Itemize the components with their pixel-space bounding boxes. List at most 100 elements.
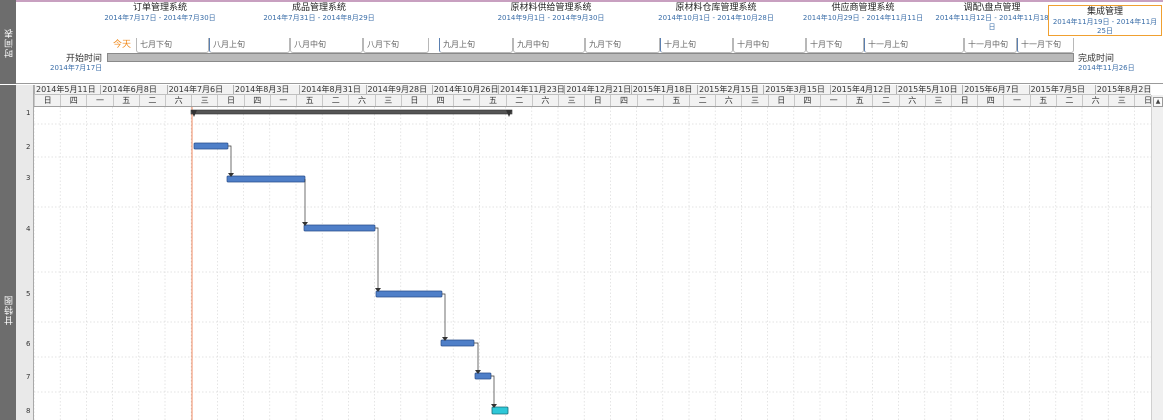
- gantt-day-header-cell: 五: [479, 95, 505, 106]
- gantt-week-header-cell: 2014年9月28日: [365, 85, 432, 94]
- timeline-period: 八月上旬: [209, 38, 290, 53]
- timeline-period: 七月下旬: [136, 38, 209, 53]
- gantt-task-bar[interactable]: [375, 290, 443, 298]
- scroll-up-icon[interactable]: ▲: [1153, 97, 1163, 107]
- gantt-dependency-arrows: [228, 173, 497, 408]
- task-title: 订单管理系统: [132, 3, 187, 13]
- gantt-day-header-cell: 日: [1134, 95, 1151, 106]
- gantt-day-header-cell: 三: [924, 95, 951, 106]
- timeline-task-order-management[interactable]: 订单管理系统 2014年7月17日 - 2014年7月30日: [100, 3, 220, 23]
- gantt-day-header-cell: 三: [191, 95, 217, 106]
- task-dates: 2014年7月17日 - 2014年7月30日: [104, 14, 216, 22]
- gantt-day-header-cell: 六: [531, 95, 558, 106]
- gantt-day-header-cell: 二: [505, 95, 532, 106]
- gantt-sidebar: 甘特图: [0, 85, 16, 420]
- gantt-day-header-cell: 六: [1082, 95, 1108, 106]
- gantt-day-header-cell: 二: [322, 95, 348, 106]
- gantt-task-bar[interactable]: [193, 142, 229, 150]
- task-dates: 2014年10月1日 - 2014年10月28日: [658, 14, 774, 22]
- gantt-day-header-cell: 五: [662, 95, 689, 106]
- vertical-scrollbar[interactable]: ▲: [1151, 95, 1163, 420]
- gantt-day-header-cell: 四: [793, 95, 820, 106]
- task-dates: 2014年7月31日 - 2014年8月29日: [263, 14, 375, 22]
- task-title: 原材料供给管理系统: [510, 3, 592, 13]
- gantt-day-header: 日四一五二六三日四一五二六三日四一五二六三日四一五二六三日四一五二六三日四一五二…: [34, 95, 1151, 107]
- gantt-day-header-cell: 二: [689, 95, 715, 106]
- gantt-day-header-cell: 二: [138, 95, 165, 106]
- gantt-day-header-cell: 五: [846, 95, 872, 106]
- gantt-day-header-cell: 二: [872, 95, 898, 106]
- gantt-week-header-cell: 2014年12月21日: [564, 85, 632, 94]
- timeline-top-border: [0, 0, 1163, 2]
- timeline-sidebar-label: 时间表: [5, 28, 15, 58]
- gantt-day-header-cell: 五: [1029, 95, 1056, 106]
- task-title: 调配\盘点管理: [963, 3, 1021, 13]
- timeline-period: 十一月中旬: [964, 38, 1017, 53]
- gantt-day-header-cell: 一: [820, 95, 846, 106]
- timeline-panel: 时间表 订单管理系统 2014年7月17日 - 2014年7月30日 成品管理系…: [0, 0, 1163, 84]
- gantt-week-header-cell: 2015年6月7日: [962, 85, 1028, 94]
- timeline-bar[interactable]: [107, 53, 1074, 62]
- task-title: 供应商管理系统: [831, 3, 895, 13]
- gantt-panel: 甘特图 1 2 3 4 5 6 7 8 2014年5月11日 2014年6月8日 2…: [0, 85, 1163, 420]
- gantt-day-header-cell: 五: [296, 95, 322, 106]
- gantt-day-header-cell: 四: [977, 95, 1003, 106]
- row-number[interactable]: 5: [16, 290, 34, 298]
- gantt-chart-area[interactable]: [34, 107, 1151, 420]
- timeline-period: 十一月下旬: [1017, 38, 1074, 53]
- timeline-start-date: 2014年7月17日: [50, 64, 103, 72]
- gantt-day-header-cell: 六: [715, 95, 741, 106]
- row-number[interactable]: 8: [16, 407, 34, 415]
- gantt-week-header-cell: 2014年11月23日: [498, 85, 565, 94]
- gantt-summary-bar[interactable]: [190, 109, 513, 117]
- gantt-day-header-cell: 四: [60, 95, 86, 106]
- timeline-period: 十月上旬: [660, 38, 733, 53]
- gantt-week-header-cell: 2014年8月3日: [232, 85, 299, 94]
- timeline-period: 九月下旬: [585, 38, 660, 53]
- timeline-task-material-warehouse[interactable]: 原材料仓库管理系统 2014年10月1日 - 2014年10月28日: [654, 3, 778, 23]
- gantt-day-header-cell: 日: [217, 95, 243, 106]
- gantt-task-bar[interactable]: [303, 224, 376, 232]
- gantt-day-header-cell: 四: [610, 95, 636, 106]
- gantt-week-header-cell: 2015年8月2日: [1094, 85, 1151, 94]
- gantt-week-header-cell: 2014年6月8日: [100, 85, 166, 94]
- timeline-sidebar: 时间表: [0, 0, 16, 84]
- timeline-task-allocation-inventory[interactable]: 调配\盘点管理 2014年11月12日 - 2014年11月18日: [932, 3, 1052, 32]
- gantt-week-header-cell: 2015年5月10日: [895, 85, 962, 94]
- gantt-day-header-cell: 六: [165, 95, 191, 106]
- gantt-day-header-cell: 三: [1108, 95, 1134, 106]
- gantt-day-header-cell: 二: [1055, 95, 1082, 106]
- gantt-week-header-cell: 2015年2月15日: [697, 85, 763, 94]
- gantt-task-bar[interactable]: [474, 372, 492, 380]
- timeline-period: 八月中旬: [290, 38, 363, 53]
- timeline-period: 八月下旬: [363, 38, 429, 53]
- gantt-week-header-cell: 2015年3月15日: [763, 85, 829, 94]
- gantt-day-header-cell: 六: [898, 95, 925, 106]
- row-number[interactable]: 1: [16, 109, 34, 117]
- row-number[interactable]: 6: [16, 340, 34, 348]
- timeline-task-product-management[interactable]: 成品管理系统 2014年7月31日 - 2014年8月29日: [256, 3, 382, 23]
- gantt-task-bar-integration[interactable]: [491, 406, 509, 415]
- timeline-period-scale: 七月下旬 八月上旬 八月中旬 八月下旬 九月上旬 九月中旬 九月下旬 十月上旬 …: [107, 38, 1074, 53]
- row-number[interactable]: 2: [16, 143, 34, 151]
- gantt-week-header: 2014年5月11日 2014年6月8日 2014年7月6日 2014年8月3日 201…: [34, 85, 1151, 95]
- gantt-task-bar[interactable]: [440, 339, 475, 347]
- gantt-day-header-cell: 一: [1003, 95, 1029, 106]
- timeline-task-integration-selected[interactable]: 集成管理 2014年11月19日 - 2014年11月25日: [1048, 5, 1162, 36]
- gantt-task-bar[interactable]: [226, 175, 306, 183]
- task-dates: 2014年11月19日 - 2014年11月25日: [1052, 18, 1158, 35]
- task-dates: 2014年10月29日 - 2014年11月11日: [802, 14, 924, 22]
- row-number[interactable]: 4: [16, 225, 34, 233]
- task-title: 原材料仓库管理系统: [675, 3, 757, 13]
- timeline-task-supplier-management[interactable]: 供应商管理系统 2014年10月29日 - 2014年11月11日: [801, 3, 925, 23]
- row-number[interactable]: 7: [16, 373, 34, 381]
- timeline-task-material-supply[interactable]: 原材料供给管理系统 2014年9月1日 - 2014年9月30日: [490, 3, 612, 23]
- timeline-period: 九月上旬: [439, 38, 513, 53]
- gantt-week-header-cell: 2015年4月12日: [829, 85, 896, 94]
- gantt-week-header-cell: 2014年10月26日: [431, 85, 499, 94]
- gantt-week-header-cell: 2015年1月18日: [630, 85, 697, 94]
- task-title: 集成管理: [1086, 7, 1123, 17]
- row-number[interactable]: 3: [16, 174, 34, 182]
- gantt-week-header-cell: 2014年5月11日: [34, 85, 100, 94]
- timeline-period: 十一月上旬: [864, 38, 964, 53]
